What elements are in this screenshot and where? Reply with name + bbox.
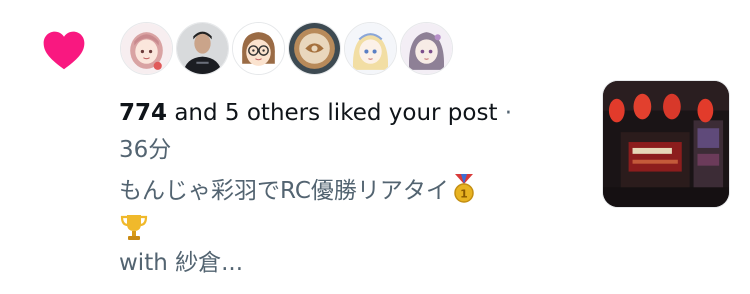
post-line-2	[119, 209, 589, 245]
post-preview[interactable]: もんじゃ彩羽でRC優勝リアタイ 1 with 紗倉...	[119, 173, 589, 281]
post-text-1: もんじゃ彩羽でRC優勝リアタイ	[119, 178, 449, 204]
trophy-icon	[120, 215, 148, 240]
post-line-3: with 紗倉...	[119, 250, 244, 276]
notification-summary[interactable]: 774 and 5 others liked your post ·	[119, 97, 589, 130]
restaurant-photo-thumbnail[interactable]	[602, 80, 730, 208]
avatar-blonde-anime-icon[interactable]	[344, 22, 397, 75]
separator: ·	[497, 100, 513, 126]
avatar-glasses-cartoon-icon[interactable]	[232, 22, 285, 75]
svg-text:1: 1	[460, 188, 468, 201]
actor-name[interactable]: 774	[119, 100, 167, 126]
avatar-silver-hair-anime-icon[interactable]	[400, 22, 453, 75]
avatar-man-dark-shirt-icon[interactable]	[176, 22, 229, 75]
liker-avatars	[120, 22, 453, 75]
avatar-latte-art-icon[interactable]	[288, 22, 341, 75]
avatar-pink-hair-girl-icon[interactable]	[120, 22, 173, 75]
notification-time: 36分	[119, 137, 172, 163]
heart-icon	[43, 31, 85, 70]
medal-icon: 1	[454, 174, 474, 203]
post-line-1: もんじゃ彩羽でRC優勝リアタイ 1	[119, 173, 589, 209]
summary-text: and 5 others liked your post	[167, 100, 498, 126]
